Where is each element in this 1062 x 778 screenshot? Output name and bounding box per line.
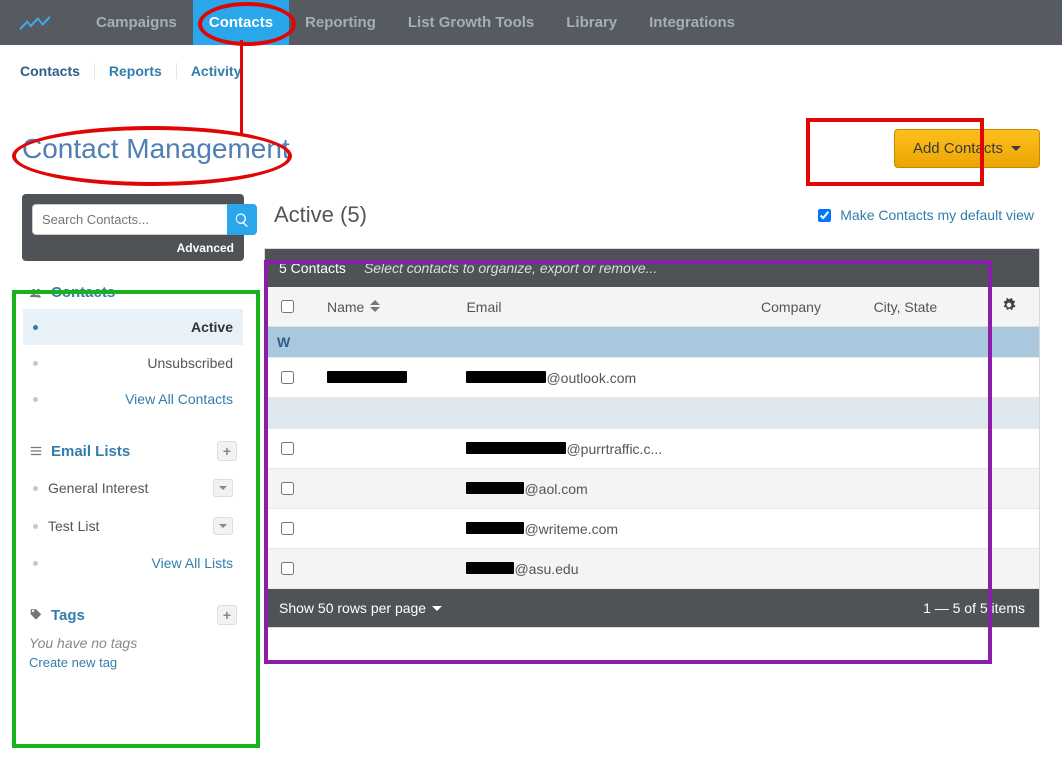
table-row[interactable]: @asu.edu — [265, 549, 1039, 589]
redacted-email-prefix — [466, 442, 566, 454]
page-title: Contact Management — [22, 133, 290, 165]
redacted-email-prefix — [466, 371, 546, 383]
add-tag-button[interactable]: + — [217, 605, 237, 625]
redacted-email-prefix — [466, 522, 524, 534]
sidebar-email-lists-header[interactable]: Email Lists + — [23, 433, 243, 469]
tags-empty-text: You have no tags — [23, 633, 243, 655]
col-name[interactable]: Name — [315, 287, 454, 327]
table-row[interactable]: @aol.com — [265, 469, 1039, 509]
nav-reporting[interactable]: Reporting — [289, 0, 392, 45]
table-footer: Show 50 rows per page 1 — 5 of 5 items — [265, 589, 1039, 627]
nav-integrations[interactable]: Integrations — [633, 0, 751, 45]
group-row-blank — [265, 398, 1039, 429]
row-checkbox[interactable] — [281, 522, 294, 535]
sidebar-item-view-all-contacts[interactable]: View All Contacts — [23, 381, 243, 417]
table-row[interactable]: @outlook.com — [265, 358, 1039, 398]
sort-icon — [370, 300, 380, 312]
table-info-bar: 5 Contacts Select contacts to organize, … — [265, 249, 1039, 287]
sidebar-tags-header[interactable]: Tags + — [23, 597, 243, 633]
chevron-down-icon[interactable] — [213, 517, 233, 535]
search-panel: Advanced — [22, 194, 244, 261]
tag-icon — [29, 608, 43, 622]
sidebar-item-active[interactable]: Active — [23, 309, 243, 345]
redacted-email-prefix — [466, 482, 524, 494]
logo-icon — [20, 13, 50, 33]
sidebar-item-unsubscribed[interactable]: Unsubscribed — [23, 345, 243, 381]
redacted-name — [327, 371, 407, 383]
sidebar-tags-section: Tags + You have no tags Create new tag — [22, 596, 244, 671]
table-count: 5 Contacts — [279, 260, 346, 276]
contacts-table-wrap: 5 Contacts Select contacts to organize, … — [264, 248, 1040, 628]
add-list-button[interactable]: + — [217, 441, 237, 461]
page-header: Contact Management Add Contacts — [0, 79, 1062, 194]
row-checkbox[interactable] — [281, 442, 294, 455]
nav-contacts[interactable]: Contacts — [193, 0, 289, 45]
create-tag-link[interactable]: Create new tag — [23, 655, 243, 670]
table-row[interactable]: @writeme.com — [265, 509, 1039, 549]
subnav-reports[interactable]: Reports — [94, 63, 176, 79]
gear-icon — [1002, 298, 1016, 312]
sidebar-email-lists-section: Email Lists + General Interest Test List… — [22, 432, 244, 582]
row-checkbox[interactable] — [281, 371, 294, 384]
redacted-email-prefix — [466, 562, 514, 574]
row-checkbox[interactable] — [281, 482, 294, 495]
search-icon — [234, 212, 250, 228]
caret-down-icon — [1011, 146, 1021, 151]
search-button[interactable] — [227, 204, 257, 235]
content-title: Active (5) — [274, 202, 367, 228]
list-icon — [29, 444, 43, 458]
subnav-activity[interactable]: Activity — [176, 63, 256, 79]
col-settings[interactable] — [979, 287, 1039, 327]
search-input[interactable] — [32, 204, 227, 235]
add-contacts-label: Add Contacts — [913, 140, 1003, 157]
select-all-checkbox[interactable] — [281, 300, 294, 313]
people-icon — [29, 286, 43, 300]
row-checkbox[interactable] — [281, 562, 294, 575]
nav-list-growth[interactable]: List Growth Tools — [392, 0, 550, 45]
sidebar: Advanced Contacts Active Unsubscribed Vi… — [22, 194, 244, 671]
default-view-checkbox[interactable] — [818, 209, 831, 222]
nav-library[interactable]: Library — [550, 0, 633, 45]
default-view-toggle[interactable]: Make Contacts my default view — [814, 206, 1034, 225]
subnav-contacts[interactable]: Contacts — [20, 63, 94, 79]
sidebar-item-general-interest[interactable]: General Interest — [23, 469, 243, 507]
group-row-w: W — [265, 327, 1039, 358]
nav-campaigns[interactable]: Campaigns — [80, 0, 193, 45]
sidebar-item-view-all-lists[interactable]: View All Lists — [23, 545, 243, 581]
table-hint: Select contacts to organize, export or r… — [364, 260, 657, 276]
col-email[interactable]: Email — [454, 287, 749, 327]
caret-down-icon — [432, 606, 442, 611]
sidebar-item-test-list[interactable]: Test List — [23, 507, 243, 545]
advanced-search-link[interactable]: Advanced — [32, 235, 234, 255]
top-nav: Campaigns Contacts Reporting List Growth… — [0, 0, 1062, 45]
table-row[interactable]: @purrtraffic.c... — [265, 429, 1039, 469]
sidebar-contacts-header[interactable]: Contacts — [23, 276, 243, 309]
chevron-down-icon[interactable] — [213, 479, 233, 497]
col-company[interactable]: Company — [749, 287, 862, 327]
sub-nav: Contacts Reports Activity — [0, 45, 1062, 79]
col-city-state[interactable]: City, State — [862, 287, 979, 327]
add-contacts-button[interactable]: Add Contacts — [894, 129, 1040, 168]
main-content: Active (5) Make Contacts my default view… — [264, 194, 1040, 671]
rows-per-page-selector[interactable]: Show 50 rows per page — [279, 600, 442, 616]
pagination-count: 1 — 5 of 5 items — [923, 600, 1025, 616]
contacts-table: Name Email Company City, State W @ — [265, 287, 1039, 589]
sidebar-contacts-section: Contacts Active Unsubscribed View All Co… — [22, 275, 244, 418]
